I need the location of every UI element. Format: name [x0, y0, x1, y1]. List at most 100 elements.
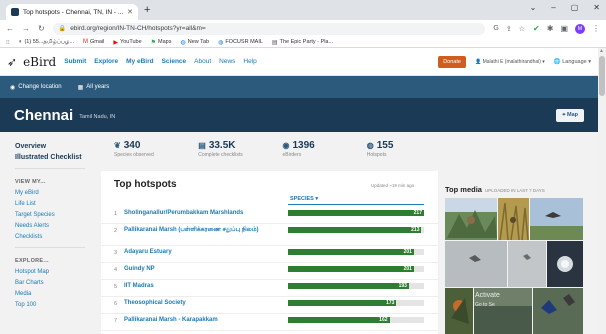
- media-thumb-5[interactable]: [508, 241, 546, 287]
- top-media-grid: [445, 198, 583, 334]
- language-menu[interactable]: 🌐 Language ▾: [554, 59, 591, 65]
- hotspot-name-link[interactable]: Adayaru Estuary: [124, 249, 279, 256]
- species-bar-track[interactable]: 201: [288, 266, 424, 272]
- sidebar-item-hotspot-map[interactable]: Hotspot Map: [15, 269, 95, 275]
- media-thumb-3[interactable]: [530, 198, 583, 240]
- google-icon[interactable]: G: [493, 25, 498, 33]
- nav-item-news[interactable]: News: [219, 58, 235, 65]
- hotspot-name-link[interactable]: Sholinganallur/Perumbakkam Marshlands: [124, 210, 279, 217]
- reload-icon[interactable]: ↻: [38, 24, 45, 33]
- chevron-down-icon[interactable]: ⌄: [530, 3, 537, 12]
- species-sort-header[interactable]: SPECIES ▾: [290, 196, 318, 202]
- species-header-label: SPECIES: [290, 196, 314, 202]
- close-window-icon[interactable]: ✕: [593, 3, 600, 12]
- user-menu[interactable]: 👤 Malathi E (malathirandhai) ▾: [475, 59, 545, 65]
- stat-value: 340: [123, 140, 141, 151]
- url-text[interactable]: ebird.org/region/IN-TN-CH/hotspots?yr=al…: [70, 25, 205, 32]
- stat-complete-checklists[interactable]: ▤ 33.5K Complete checklists: [185, 134, 269, 168]
- bookmark-item[interactable]: ◍ New Tab: [181, 39, 210, 46]
- lock-icon[interactable]: 🔒: [59, 25, 66, 32]
- media-thumb-6[interactable]: [547, 241, 583, 287]
- stat-species-observed[interactable]: ❦ 340 Species observed: [101, 134, 185, 168]
- puzzle-extension-icon[interactable]: ✱: [547, 24, 554, 33]
- ebird-logo[interactable]: eBird: [23, 55, 56, 69]
- maximize-icon[interactable]: ▢: [571, 3, 579, 12]
- media-thumb-9[interactable]: [533, 288, 583, 334]
- hotspot-name-link[interactable]: Theosophical Society: [124, 300, 279, 307]
- back-icon[interactable]: ←: [6, 24, 14, 33]
- species-bar-track[interactable]: 213: [288, 227, 424, 233]
- bookmark-item[interactable]: ◍ FOCUSR MAIL: [218, 39, 263, 46]
- hotspot-name-link[interactable]: Pallikaranai Marsh (பள்ளிக்கரணை சதுப்பு …: [124, 227, 279, 234]
- sidebar-item-illustrated-checklist[interactable]: Illustrated Checklist: [15, 154, 95, 161]
- sidebar-item-bar-charts[interactable]: Bar Charts: [15, 280, 95, 286]
- ebird-logo-bird-icon[interactable]: ➶: [7, 55, 17, 69]
- sidebar-item-overview[interactable]: Overview: [15, 143, 95, 150]
- species-count: 201: [403, 266, 412, 272]
- bookmark-label: Gmail: [90, 39, 105, 45]
- media-thumb-1[interactable]: [445, 198, 497, 240]
- apps-icon[interactable]: ⁝⁝: [6, 39, 10, 46]
- sidebar-item-top-100[interactable]: Top 100: [15, 302, 95, 308]
- sidebar-item-needs-alerts[interactable]: Needs Alerts: [15, 223, 95, 229]
- change-location-button[interactable]: ◉ Change location: [10, 84, 62, 91]
- hotspot-rank: 1: [114, 211, 118, 217]
- species-bar-fill: 162: [288, 317, 390, 323]
- bookmark-item[interactable]: ⚑ Maps: [151, 39, 172, 46]
- activate-windows-watermark: Activate: [475, 292, 500, 299]
- new-tab-icon[interactable]: +: [144, 4, 150, 16]
- bookmark-item[interactable]: ▶ YouTube: [113, 39, 141, 46]
- year-selector[interactable]: ▦ All years: [78, 84, 110, 91]
- activate-windows-watermark-sub: Go to Se: [475, 302, 495, 308]
- minimize-icon[interactable]: –: [551, 3, 555, 12]
- media-thumb-2[interactable]: [498, 198, 529, 241]
- hotspot-name-link[interactable]: Guindy NP: [124, 266, 279, 273]
- media-thumb-7[interactable]: [445, 288, 473, 334]
- table-row: 3 Adayaru Estuary 201: [101, 246, 438, 263]
- check-extension-icon[interactable]: ✔: [533, 24, 540, 33]
- species-bar-track[interactable]: 162: [288, 317, 424, 323]
- sidebar-item-media[interactable]: Media: [15, 291, 95, 297]
- map-button[interactable]: ⌖ Map: [556, 108, 584, 122]
- bookmark-item[interactable]: ◐ (1) 55...தமிழ்ப்பழ...: [19, 39, 74, 46]
- sidebar-item-my-ebird[interactable]: My eBird: [15, 190, 95, 196]
- species-bar-track[interactable]: 193: [288, 283, 424, 289]
- nav-item-explore[interactable]: Explore: [94, 58, 118, 65]
- sidebar-item-life-list[interactable]: Life List: [15, 201, 95, 207]
- stat-ebirders[interactable]: ◉ 1396 eBirders: [270, 134, 354, 168]
- sidebar-item-checklists[interactable]: Checklists: [15, 234, 95, 240]
- url-field[interactable]: 🔒 ebird.org/region/IN-TN-CH/hotspots?yr=…: [52, 22, 486, 35]
- browser-tab[interactable]: Top hotspots - Chennai, TN, IN - ... ✕: [6, 4, 138, 20]
- bookmark-item[interactable]: ▤ The Epic Party - Pla...: [272, 39, 333, 46]
- close-tab-icon[interactable]: ✕: [127, 8, 133, 16]
- species-bar-track[interactable]: 217: [288, 210, 424, 216]
- bookmark-item[interactable]: M Gmail: [83, 39, 104, 45]
- page-scrollbar[interactable]: ▲: [598, 48, 606, 334]
- bookmark-label: YouTube: [120, 39, 142, 45]
- sidebar-icon[interactable]: ▣: [560, 24, 568, 33]
- stat-hotspots[interactable]: ◍ 155 Hotspots: [354, 134, 438, 168]
- nav-item-help[interactable]: Help: [243, 58, 256, 65]
- sort-down-icon: ▾: [315, 196, 319, 202]
- share-icon[interactable]: ⇪: [506, 25, 512, 33]
- donate-button[interactable]: Donate: [438, 55, 466, 68]
- species-count: 193: [398, 283, 407, 289]
- species-bar-track[interactable]: 173: [288, 300, 424, 306]
- scrollbar-thumb[interactable]: [599, 56, 605, 96]
- hotspot-name-link[interactable]: Pallikaranai Marsh - Karapakkam: [124, 317, 279, 324]
- nav-item-science[interactable]: Science: [162, 58, 187, 65]
- forward-icon[interactable]: →: [22, 24, 30, 33]
- star-icon[interactable]: ☆: [519, 25, 525, 33]
- media-thumb-4[interactable]: [445, 241, 507, 287]
- hotspot-rank: 5: [114, 284, 118, 290]
- scroll-up-icon[interactable]: ▲: [599, 48, 604, 54]
- profile-avatar[interactable]: M: [575, 23, 585, 34]
- sidebar-item-target-species[interactable]: Target Species: [15, 212, 95, 218]
- hotspot-name-link[interactable]: IIT Madras: [124, 283, 279, 290]
- view-my-heading: VIEW MY...: [15, 179, 46, 185]
- nav-item-about[interactable]: About: [194, 58, 211, 65]
- nav-item-submit[interactable]: Submit: [64, 58, 86, 65]
- species-bar-track[interactable]: 201: [288, 249, 424, 255]
- menu-dots-icon[interactable]: ⋮: [592, 24, 600, 33]
- nav-item-my-ebird[interactable]: My eBird: [126, 58, 153, 65]
